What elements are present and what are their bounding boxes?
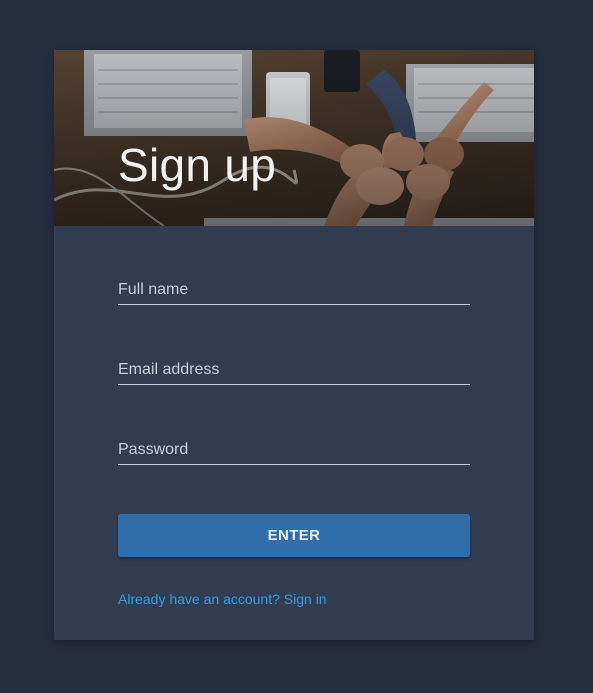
enter-button[interactable]: ENTER	[118, 514, 470, 557]
full-name-input[interactable]	[118, 276, 470, 305]
hero-image-teamwork-fist-bump: Sign up	[54, 50, 534, 226]
sign-in-link[interactable]: Already have an account? Sign in	[118, 591, 327, 607]
signup-card: Sign up ENTER Already have an account? S…	[54, 50, 534, 640]
full-name-field[interactable]	[118, 276, 470, 306]
password-field[interactable]	[118, 436, 470, 466]
password-input[interactable]	[118, 436, 470, 465]
email-input[interactable]	[118, 356, 470, 385]
email-field[interactable]	[118, 356, 470, 386]
page-title: Sign up	[118, 139, 277, 191]
